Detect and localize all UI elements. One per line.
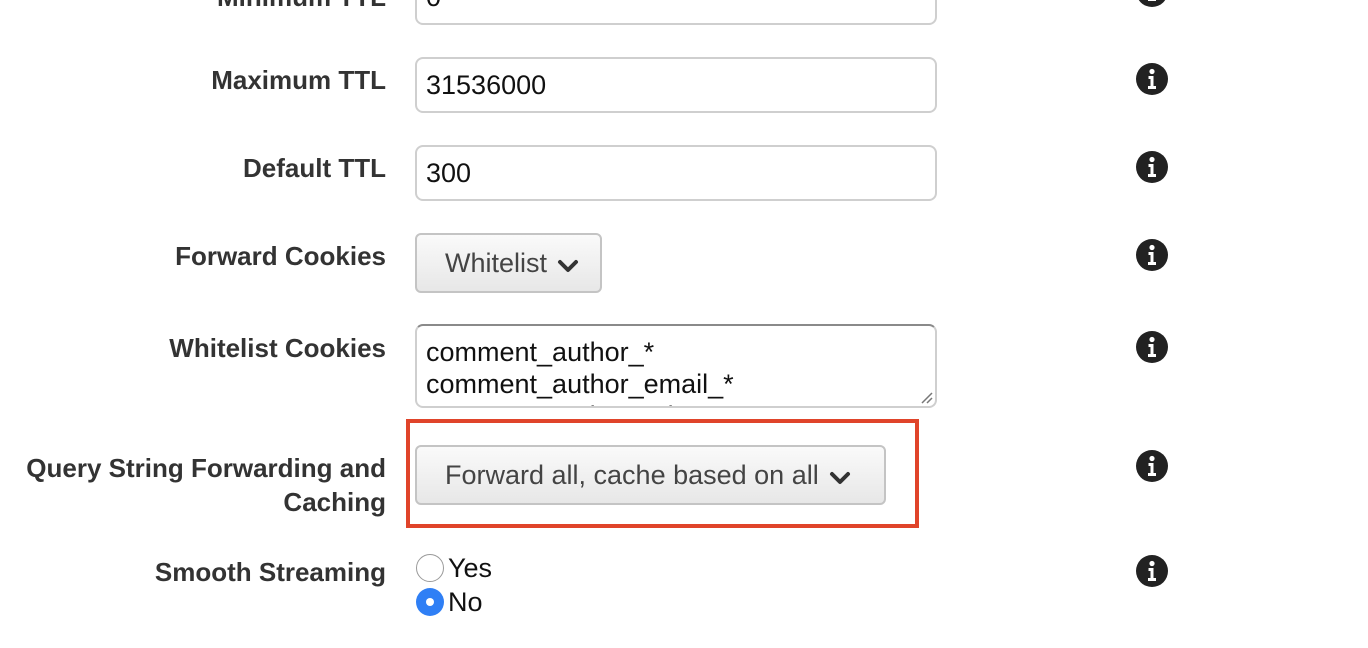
query-string-selected-value: Forward all, cache based on all	[445, 459, 819, 490]
whitelist-cookies-label: Whitelist Cookies	[169, 333, 386, 363]
maximum-ttl-input[interactable]	[415, 57, 937, 113]
info-icon[interactable]	[1136, 555, 1168, 587]
info-icon[interactable]	[1136, 151, 1168, 183]
smooth-streaming-label: Smooth Streaming	[154, 557, 386, 587]
minimum-ttl-label: Minimum TTL	[217, 0, 386, 14]
cache-behavior-settings-form: Minimum TTL Maximum TTL Default TTL Forw…	[0, 0, 1368, 648]
radio-no[interactable]	[416, 588, 444, 616]
minimum-ttl-input[interactable]	[415, 0, 937, 25]
query-string-label-line: Query String Forwarding and	[26, 453, 386, 483]
whitelist-cookies-textarea[interactable]: comment_author_* comment_author_email_* …	[415, 324, 937, 408]
resize-handle-icon[interactable]	[919, 390, 933, 404]
smooth-streaming-option-yes[interactable]: Yes	[416, 552, 492, 584]
forward-cookies-select[interactable]: Whitelist	[415, 233, 602, 293]
maximum-ttl-label: Maximum TTL	[211, 65, 386, 95]
query-string-select[interactable]: Forward all, cache based on all	[415, 445, 886, 505]
radio-yes[interactable]	[416, 554, 444, 582]
forward-cookies-selected-value: Whitelist	[445, 247, 548, 278]
query-string-label: Query String Forwarding and Caching	[26, 451, 386, 519]
info-icon[interactable]	[1136, 0, 1168, 7]
whitelist-cookie-line: comment_author_email_*	[426, 369, 734, 399]
info-icon[interactable]	[1136, 239, 1168, 271]
info-icon[interactable]	[1136, 331, 1168, 363]
default-ttl-label: Default TTL	[243, 153, 386, 183]
default-ttl-input[interactable]	[415, 145, 937, 201]
chevron-down-icon	[829, 472, 850, 484]
query-string-label-line: Caching	[283, 487, 386, 517]
whitelist-cookie-line: comment_author_*	[426, 337, 655, 367]
info-icon[interactable]	[1136, 63, 1168, 95]
radio-yes-label: Yes	[448, 552, 493, 583]
forward-cookies-label: Forward Cookies	[175, 241, 386, 271]
smooth-streaming-option-no[interactable]: No	[416, 586, 483, 618]
radio-no-label: No	[448, 586, 483, 617]
chevron-down-icon	[558, 260, 579, 272]
whitelist-cookie-line: comment_author_url_*	[426, 400, 926, 406]
info-icon[interactable]	[1136, 450, 1168, 482]
